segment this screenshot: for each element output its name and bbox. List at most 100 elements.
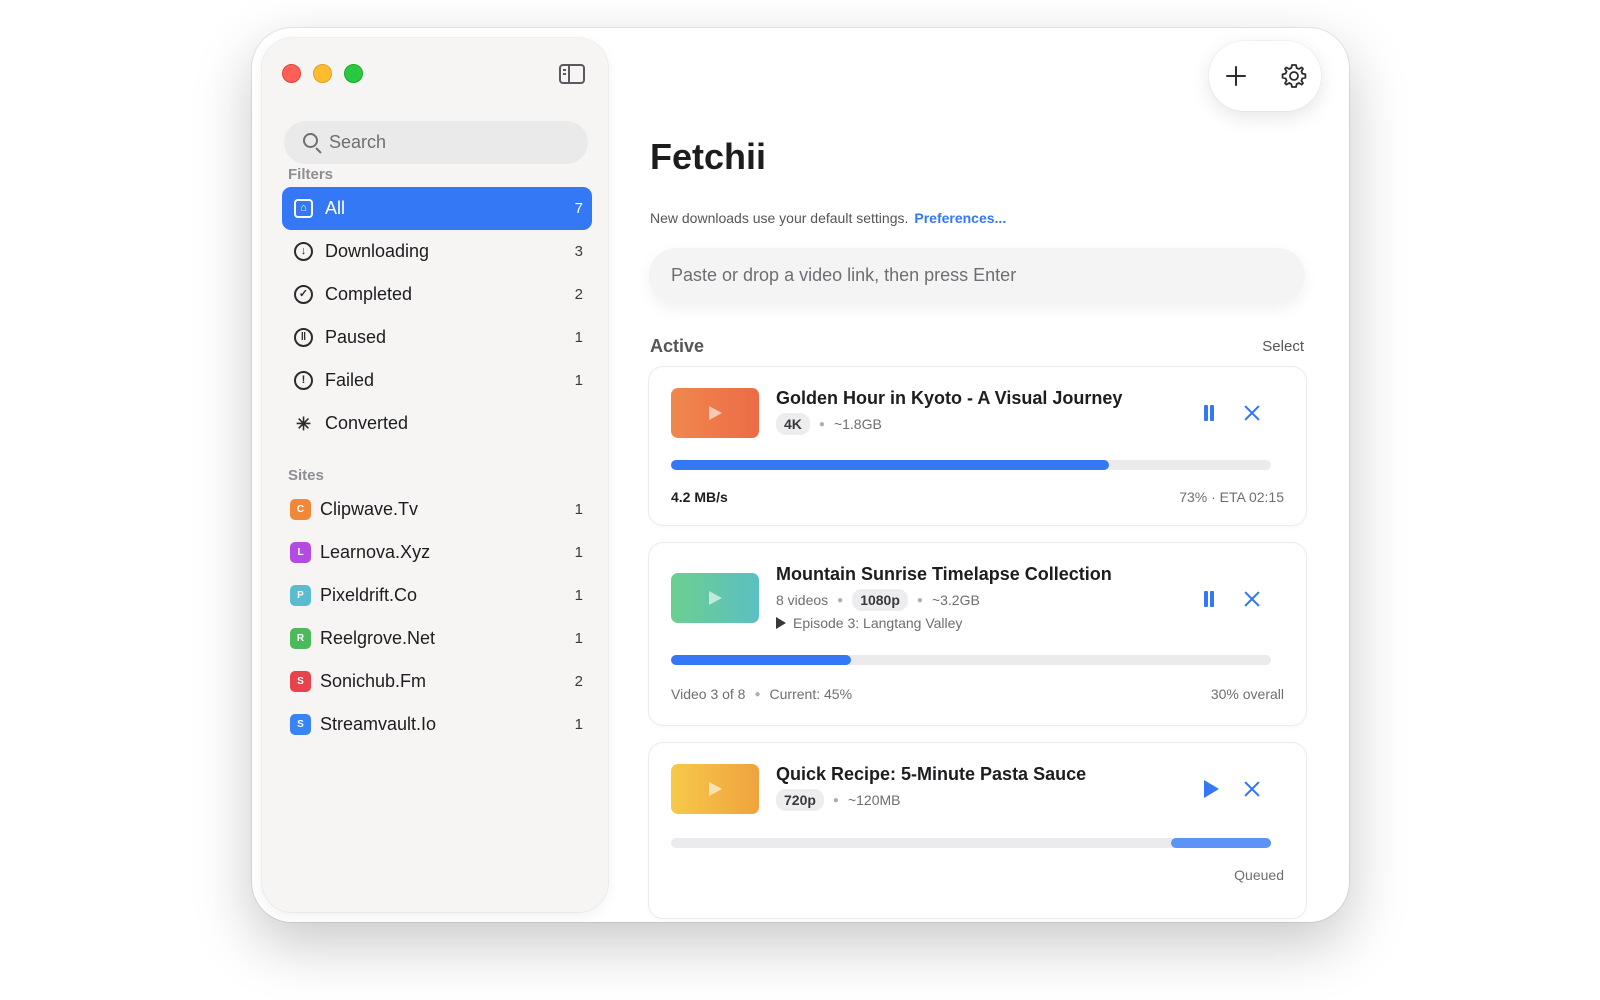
video-thumbnail bbox=[671, 764, 759, 814]
file-size: ~1.8GB bbox=[833, 416, 882, 432]
site-count: 1 bbox=[574, 587, 583, 604]
gear-icon[interactable] bbox=[1280, 62, 1308, 90]
filter-label: All bbox=[325, 198, 346, 218]
filter-label: Downloading bbox=[325, 241, 430, 261]
download-card[interactable]: Mountain Sunrise Timelapse Collection 8 … bbox=[649, 543, 1306, 725]
close-window-button[interactable] bbox=[282, 64, 301, 83]
page-title: Fetchii bbox=[650, 136, 767, 177]
pause-circle-icon: ‖ bbox=[294, 328, 313, 347]
filter-item-converted[interactable]: ✳ Converted bbox=[282, 402, 592, 445]
filter-label: Converted bbox=[325, 413, 409, 433]
sidebar: Filters ⌂ All 7 ↓ Downloading 3 ✓ Comple… bbox=[262, 38, 608, 912]
filter-count: 1 bbox=[574, 329, 583, 346]
video-position: Video 3 of 8 bbox=[671, 686, 746, 702]
checkmark-circle-icon: ✓ bbox=[294, 285, 313, 304]
site-label: Clipwave.Tv bbox=[320, 499, 419, 519]
cancel-icon[interactable] bbox=[1242, 780, 1260, 798]
episode-label: Episode 3: Langtang Valley bbox=[793, 615, 963, 631]
site-count: 1 bbox=[574, 544, 583, 561]
quality-badge: 1080p bbox=[852, 589, 908, 611]
play-triangle-icon bbox=[776, 617, 786, 629]
play-icon bbox=[709, 782, 722, 796]
site-badge: P bbox=[290, 585, 311, 606]
tray-icon: ⌂ bbox=[294, 199, 313, 218]
minimize-window-button[interactable] bbox=[313, 64, 332, 83]
site-item-sonichub[interactable]: S Sonichub.Fm 2 bbox=[282, 660, 592, 703]
zoom-window-button[interactable] bbox=[344, 64, 363, 83]
progress-bar bbox=[671, 460, 1271, 470]
separator-dot: ● bbox=[837, 594, 844, 606]
separator-dot: ● bbox=[818, 418, 825, 430]
site-label: Reelgrove.Net bbox=[320, 628, 436, 648]
filter-item-all[interactable]: ⌂ All 7 bbox=[282, 187, 592, 230]
site-badge: C bbox=[290, 499, 311, 520]
pause-icon[interactable] bbox=[1202, 591, 1216, 607]
site-label: Streamvault.Io bbox=[320, 714, 437, 734]
defaults-hint-text: New downloads use your default settings. bbox=[650, 210, 909, 226]
search-field[interactable] bbox=[284, 121, 588, 164]
file-size: ~120MB bbox=[847, 792, 901, 808]
app-window: Filters ⌂ All 7 ↓ Downloading 3 ✓ Comple… bbox=[252, 28, 1349, 922]
download-title: Mountain Sunrise Timelapse Collection bbox=[776, 564, 1112, 584]
video-thumbnail bbox=[671, 388, 759, 438]
select-button[interactable]: Select bbox=[1262, 338, 1304, 355]
preferences-link[interactable]: Preferences... bbox=[914, 210, 1006, 226]
site-badge: S bbox=[290, 671, 311, 692]
download-meta: 8 videos ● 1080p ● ~3.2GB bbox=[776, 589, 980, 611]
filter-label: Paused bbox=[325, 327, 387, 347]
progress-bar bbox=[671, 655, 1271, 665]
filter-item-failed[interactable]: ! Failed 1 bbox=[282, 359, 592, 402]
site-badge: S bbox=[290, 714, 311, 735]
site-item-learnova[interactable]: L Learnova.Xyz 1 bbox=[282, 531, 592, 574]
progress-bar bbox=[671, 838, 1271, 848]
pause-icon[interactable] bbox=[1202, 405, 1216, 421]
site-item-streamvault[interactable]: S Streamvault.Io 1 bbox=[282, 703, 592, 746]
arrow-down-circle-icon: ↓ bbox=[294, 242, 313, 261]
filter-item-paused[interactable]: ‖ Paused 1 bbox=[282, 316, 592, 359]
play-icon bbox=[709, 591, 722, 605]
site-item-clipwave[interactable]: C Clipwave.Tv 1 bbox=[282, 488, 592, 531]
filter-item-completed[interactable]: ✓ Completed 2 bbox=[282, 273, 592, 316]
download-status: 73% · ETA 02:15 bbox=[1179, 489, 1284, 505]
search-icon bbox=[303, 133, 318, 148]
add-download-icon[interactable] bbox=[1223, 63, 1249, 89]
download-card[interactable]: Quick Recipe: 5-Minute Pasta Sauce 720p … bbox=[649, 743, 1306, 918]
filter-item-downloading[interactable]: ↓ Downloading 3 bbox=[282, 230, 592, 273]
batch-status: Video 3 of 8 ● Current: 45% bbox=[671, 686, 852, 702]
cancel-icon[interactable] bbox=[1242, 404, 1260, 422]
progress-fill bbox=[671, 460, 1109, 470]
download-card[interactable]: Golden Hour in Kyoto - A Visual Journey … bbox=[649, 367, 1306, 525]
filter-count: 3 bbox=[574, 243, 583, 260]
resume-icon[interactable] bbox=[1204, 780, 1219, 798]
video-thumbnail bbox=[671, 573, 759, 623]
filter-label: Completed bbox=[325, 284, 413, 304]
site-badge: R bbox=[290, 628, 311, 649]
play-icon bbox=[709, 406, 722, 420]
separator-dot: ● bbox=[754, 688, 761, 700]
current-progress: Current: 45% bbox=[769, 686, 853, 702]
site-count: 2 bbox=[574, 673, 583, 690]
sidebar-toggle-icon[interactable] bbox=[559, 64, 585, 84]
filter-count: 1 bbox=[574, 372, 583, 389]
sparkle-icon: ✳ bbox=[295, 413, 312, 434]
site-count: 1 bbox=[574, 716, 583, 733]
site-badge: L bbox=[290, 542, 311, 563]
site-item-reelgrove[interactable]: R Reelgrove.Net 1 bbox=[282, 617, 592, 660]
download-title: Quick Recipe: 5-Minute Pasta Sauce bbox=[776, 764, 1087, 784]
filter-count: 7 bbox=[574, 200, 583, 217]
video-count: 8 videos bbox=[776, 592, 829, 608]
progress-fill bbox=[671, 655, 851, 665]
toolbar bbox=[1209, 41, 1321, 111]
site-count: 1 bbox=[574, 501, 583, 518]
site-label: Sonichub.Fm bbox=[320, 671, 427, 691]
url-input-field[interactable] bbox=[649, 248, 1305, 303]
filter-label: Failed bbox=[325, 370, 375, 390]
site-label: Learnova.Xyz bbox=[320, 542, 431, 562]
search-input[interactable] bbox=[329, 121, 579, 164]
cancel-icon[interactable] bbox=[1242, 590, 1260, 608]
download-meta: 4K ● ~1.8GB bbox=[776, 413, 882, 435]
download-status: 30% overall bbox=[1210, 686, 1284, 702]
site-item-pixeldrift[interactable]: P Pixeldrift.Co 1 bbox=[282, 574, 592, 617]
url-input[interactable] bbox=[671, 248, 1281, 303]
download-title: Golden Hour in Kyoto - A Visual Journey bbox=[776, 388, 1123, 408]
